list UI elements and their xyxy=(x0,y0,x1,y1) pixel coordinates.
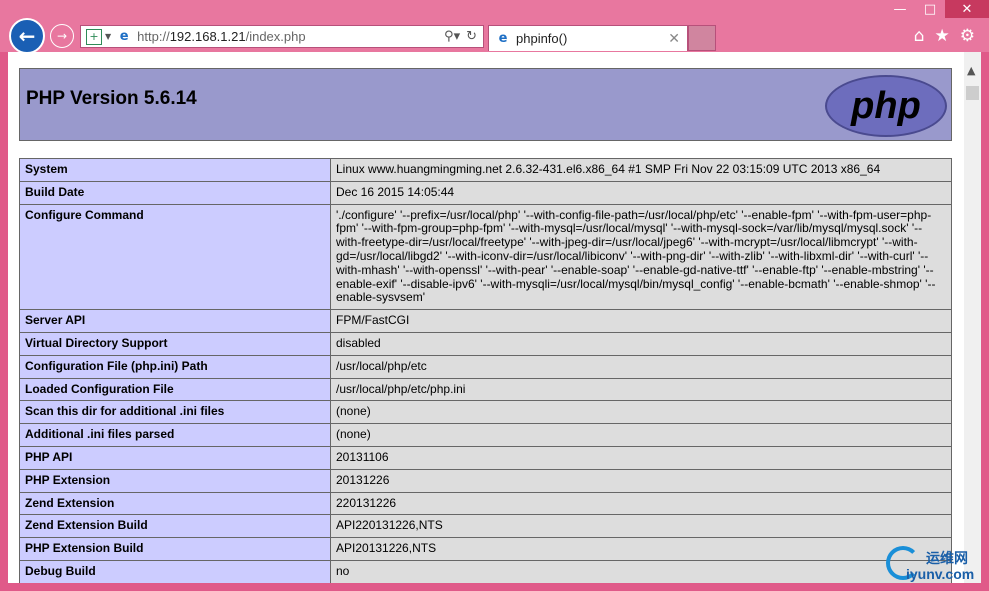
row-key: Configure Command xyxy=(19,203,331,311)
row-value: './configure' '--prefix=/usr/local/php' … xyxy=(330,203,952,311)
row-key: Build Date xyxy=(19,180,331,205)
php-header: PHP Version 5.6.14 php xyxy=(19,68,952,141)
toolbar: ⌂ ★ ⚙ xyxy=(914,26,975,46)
tab-title: phpinfo() xyxy=(516,31,568,46)
row-key: Virtual Directory Support xyxy=(19,331,331,356)
info-table: System Linux www.huangmingming.net 2.6.32… xyxy=(19,158,952,583)
forward-button[interactable]: → xyxy=(50,24,74,48)
row-value: /usr/local/php/etc/php.ini xyxy=(330,377,952,402)
row-value: /usr/local/php/etc xyxy=(330,354,952,379)
row-key: PHP API xyxy=(19,445,331,470)
row-value: API220131226,NTS xyxy=(330,514,952,539)
row-value: Dec 16 2015 14:05:44 xyxy=(330,180,952,205)
arrow-right-icon: → xyxy=(56,29,68,43)
table-row: Scan this dir for additional .ini files(… xyxy=(19,400,952,425)
row-key: System xyxy=(19,158,331,182)
table-row: Loaded Configuration File/usr/local/php/… xyxy=(19,377,952,402)
minimize-button[interactable]: — xyxy=(885,0,915,18)
table-row: PHP Extension Build API20131226,NTS xyxy=(19,537,952,561)
table-row: Virtual Directory Support disabled xyxy=(19,331,952,356)
row-value: API20131226,NTS xyxy=(330,537,952,561)
watermark-en: iyunv.com xyxy=(906,566,975,582)
row-value: Linux www.huangmingming.net 2.6.32-431.e… xyxy=(330,158,952,182)
browser-chrome: — □ ✕ ← → + ▼ e http://192.168.1.21/inde… xyxy=(0,0,989,54)
row-value: (none) xyxy=(330,423,952,447)
gear-icon[interactable]: ⚙ xyxy=(960,26,975,46)
row-key: PHP Extension Build xyxy=(19,537,331,561)
row-key: Server API xyxy=(19,309,331,333)
row-key: Loaded Configuration File xyxy=(19,377,331,402)
table-row: Zend Extension Build API220131226,NTS xyxy=(19,514,952,539)
table-row: PHP Extension 20131226 xyxy=(19,468,952,493)
close-window-button[interactable]: ✕ xyxy=(945,0,989,18)
shield-icon[interactable]: + xyxy=(86,28,102,45)
row-key: PHP Extension xyxy=(19,468,331,493)
home-icon[interactable]: ⌂ xyxy=(914,26,925,46)
row-key: Debug Build xyxy=(19,559,331,583)
row-value: disabled xyxy=(330,331,952,356)
watermark-logo: 运维网 iyunv.com xyxy=(884,544,984,586)
page-viewport: PHP Version 5.6.14 php System Linux www.h… xyxy=(8,52,981,583)
php-logo[interactable]: php xyxy=(825,75,947,137)
back-button[interactable]: ← xyxy=(9,18,45,54)
tab-phpinfo[interactable]: e phpinfo() ✕ xyxy=(488,25,688,51)
chevron-down-icon[interactable]: ▼ xyxy=(105,32,111,41)
refresh-icon[interactable]: ↻ xyxy=(466,29,477,44)
ie-icon: e xyxy=(119,29,129,44)
scrollbar-thumb[interactable] xyxy=(966,86,979,100)
row-value: 20131226 xyxy=(330,468,952,493)
table-row: System Linux www.huangmingming.net 2.6.32… xyxy=(19,158,952,182)
row-key: Additional .ini files parsed xyxy=(19,423,331,447)
row-value: 20131106 xyxy=(330,445,952,470)
vertical-scrollbar[interactable]: ▲ xyxy=(964,52,981,583)
row-key: Zend Extension Build xyxy=(19,514,331,539)
table-row: Additional .ini files parsed (none) xyxy=(19,423,952,447)
table-row: Configure Command './configure' '--prefix… xyxy=(19,203,952,311)
ie-icon: e xyxy=(498,31,508,46)
watermark-cn: 运维网 xyxy=(926,551,968,567)
row-key: Zend Extension xyxy=(19,491,331,516)
url-prefix: http:// xyxy=(137,29,170,44)
table-row: Zend Extension 220131226 xyxy=(19,491,952,516)
row-value: FPM/FastCGI xyxy=(330,309,952,333)
scroll-up-icon[interactable]: ▲ xyxy=(967,64,975,77)
table-row: Debug Build no xyxy=(19,559,952,583)
window-controls: — □ ✕ xyxy=(885,0,989,18)
url-path: /index.php xyxy=(245,29,306,44)
url-text[interactable]: http://192.168.1.21/index.php xyxy=(137,29,444,44)
close-tab-icon[interactable]: ✕ xyxy=(668,31,680,47)
url-host: 192.168.1.21 xyxy=(169,29,246,44)
php-logo-text: php xyxy=(851,84,921,127)
arrow-left-icon: ← xyxy=(18,24,36,48)
row-value: 220131226 xyxy=(330,491,952,516)
row-key: Scan this dir for additional .ini files xyxy=(19,400,331,425)
address-bar[interactable]: + ▼ e http://192.168.1.21/index.php ⚲▾ ↻ xyxy=(80,25,484,48)
row-key: Configuration File (php.ini) Path xyxy=(19,354,331,379)
table-row: PHP API 20131106 xyxy=(19,445,952,470)
row-value: no xyxy=(330,559,952,583)
maximize-button[interactable]: □ xyxy=(915,0,945,18)
table-row: Configuration File (php.ini) Path/usr/lo… xyxy=(19,354,952,379)
page-title: PHP Version 5.6.14 xyxy=(26,88,197,109)
search-icon[interactable]: ⚲▾ xyxy=(444,29,460,44)
phpinfo-content: PHP Version 5.6.14 php System Linux www.h… xyxy=(19,68,952,583)
table-row: Server API FPM/FastCGI xyxy=(19,309,952,333)
row-value: (none) xyxy=(330,400,952,425)
star-icon[interactable]: ★ xyxy=(935,26,950,46)
table-row: Build Date Dec 16 2015 14:05:44 xyxy=(19,180,952,205)
new-tab-button[interactable] xyxy=(688,25,716,51)
